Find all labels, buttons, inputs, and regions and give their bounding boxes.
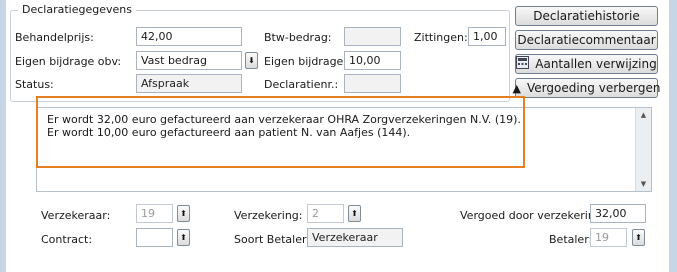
chevron-up-icon: ▲ [512, 81, 521, 95]
left-frame [0, 0, 6, 272]
verzekering-lookup-button[interactable]: ⬆ [348, 205, 361, 222]
eigen-bijdrage-obv-label: Eigen bijdrage obv: [15, 55, 122, 68]
vergoed-door-verzekering-field[interactable]: 32,00 [590, 204, 646, 223]
zittingen-field[interactable]: 1,00 [468, 27, 506, 46]
eigen-bijdrage-obv-select[interactable]: Vast bedrag [136, 51, 242, 70]
memo-scrollbar[interactable]: ▲ ▼ [635, 108, 651, 191]
btw-bedrag-label: Btw-bedrag: [264, 31, 332, 44]
group-title: Declaratiegegevens [18, 3, 136, 16]
verzekeraar-label: Verzekeraar: [41, 209, 111, 222]
verzekeraar-field[interactable]: 19 [136, 204, 173, 223]
declaratiehistorie-label: Declaratiehistorie [533, 9, 640, 23]
eigen-bijdrage-obv-dropdown-button[interactable]: ⬇ [245, 52, 258, 69]
arrow-up-icon: ⬆ [180, 209, 187, 218]
arrow-down-icon: ⬇ [248, 56, 255, 65]
vergoeding-verbergen-label: Vergoeding verbergen [527, 81, 661, 95]
window: Declaratiegegevens Behandelprijs: 42,00 … [0, 0, 677, 272]
eigen-bijdrage-label: Eigen bijdrage: [264, 55, 348, 68]
contract-field[interactable] [136, 228, 173, 247]
betaler-field[interactable]: 19 [590, 228, 627, 247]
contract-lookup-button[interactable]: ⬆ [177, 229, 190, 246]
arrow-up-icon: ⬆ [180, 233, 187, 242]
aantallen-verwijzing-label: Aantallen verwijzing [535, 57, 657, 71]
declaratienr-label: Declaratienr.: [264, 78, 339, 91]
scroll-up-icon[interactable]: ▲ [636, 109, 651, 121]
verzekering-field[interactable]: 2 [307, 204, 344, 223]
soort-betaler-label: Soort Betaler: [234, 233, 311, 246]
scroll-down-icon[interactable]: ▼ [636, 178, 651, 190]
arrow-up-icon: ⬆ [635, 233, 642, 242]
memo-line-2: Er wordt 10,00 euro gefactureerd aan pat… [47, 126, 411, 139]
verzekering-label: Verzekering: [234, 209, 303, 222]
vergoed-door-verzekering-label: Vergoed door verzekering: [460, 209, 606, 222]
behandelprijs-label: Behandelprijs: [15, 31, 94, 44]
status-field[interactable]: Afspraak [136, 74, 242, 93]
declaratiecommentaar-label: Declaratiecommentaar [517, 33, 656, 47]
behandelprijs-field[interactable]: 42,00 [136, 27, 242, 46]
betaler-lookup-button[interactable]: ⬆ [632, 229, 645, 246]
vergoeding-verbergen-button[interactable]: ▲ Vergoeding verbergen [512, 78, 661, 98]
memo-box[interactable]: Er wordt 32,00 euro gefactureerd aan ver… [36, 107, 652, 192]
betaler-label: Betaler: [549, 233, 593, 246]
calculator-icon [516, 56, 530, 72]
aantallen-verwijzing-button[interactable]: Aantallen verwijzing [515, 54, 658, 74]
right-frame [669, 0, 677, 272]
zittingen-label: Zittingen: [414, 31, 468, 44]
verzekeraar-lookup-button[interactable]: ⬆ [177, 205, 190, 222]
btw-bedrag-field[interactable] [344, 27, 401, 46]
declaratiehistorie-button[interactable]: Declaratiehistorie [515, 6, 658, 26]
memo-line-1: Er wordt 32,00 euro gefactureerd aan ver… [47, 113, 521, 126]
status-label: Status: [15, 78, 54, 91]
contract-label: Contract: [41, 233, 93, 246]
arrow-up-icon: ⬆ [351, 209, 358, 218]
soort-betaler-field[interactable]: Verzekeraar [307, 228, 403, 247]
eigen-bijdrage-field[interactable]: 10,00 [344, 51, 401, 70]
declaratiecommentaar-button[interactable]: Declaratiecommentaar [515, 30, 658, 50]
declaratienr-field[interactable] [344, 74, 401, 93]
